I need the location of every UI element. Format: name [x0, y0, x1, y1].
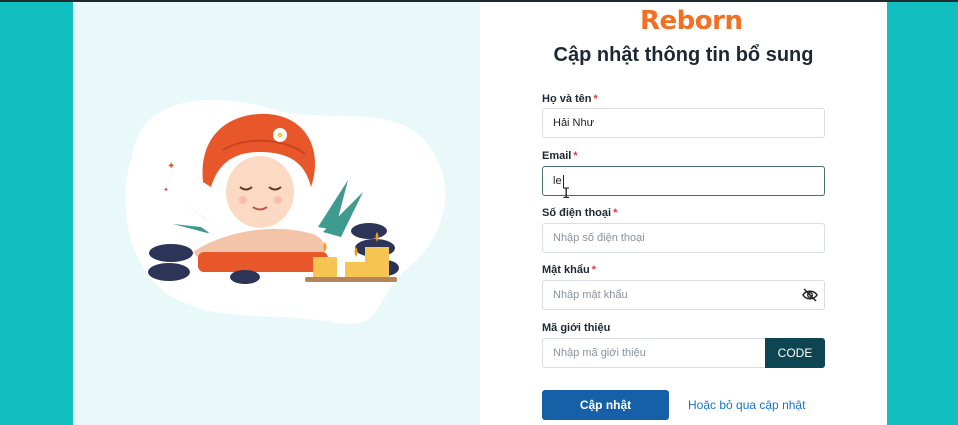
svg-text:✦: ✦ [167, 161, 175, 172]
illustration-panel: ✦ ✦ [73, 2, 480, 425]
password-input[interactable]: Nhập mật khẩu [542, 280, 825, 310]
page-title: Cập nhật thông tin bổ sung [553, 44, 814, 66]
svg-text:✦: ✦ [163, 186, 169, 194]
update-button[interactable]: Cập nhật [542, 390, 669, 420]
skip-update-link[interactable]: Hoặc bỏ qua cập nhật [688, 398, 805, 412]
required-mark: * [593, 93, 598, 105]
full-name-label: Họ và tên * [542, 93, 598, 105]
phone-label: Số điện thoại * [542, 207, 618, 219]
spa-woman-illustration: ✦ ✦ [125, 100, 446, 324]
required-mark: * [591, 264, 596, 276]
required-mark: * [573, 150, 578, 162]
eye-off-icon[interactable] [802, 288, 818, 302]
required-mark: * [613, 207, 618, 219]
referral-label: Mã giới thiệu [542, 322, 611, 334]
code-button[interactable]: CODE [765, 338, 825, 368]
update-info-card: ✦ ✦ Reborn Cập nhật thông tin bổ sung Họ… [73, 2, 887, 425]
form-panel: Reborn Cập nhật thông tin bổ sung Họ và … [480, 2, 887, 425]
phone-input[interactable]: Nhập số điện thoại [542, 223, 825, 253]
logo-text: Reborn [640, 6, 743, 36]
referral-code-input[interactable]: Nhập mã giới thiệu [542, 338, 766, 368]
email-label: Email * [542, 150, 578, 162]
reborn-logo: Reborn [640, 4, 743, 38]
email-input[interactable]: le [542, 166, 825, 196]
password-label: Mật khẩu * [542, 264, 596, 276]
text-cursor-icon: I [562, 186, 571, 202]
full-name-input[interactable]: Hải Như [542, 108, 825, 138]
